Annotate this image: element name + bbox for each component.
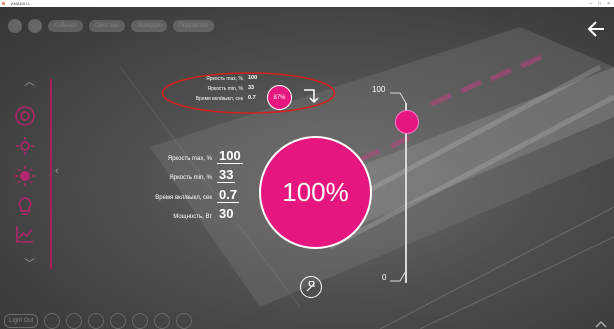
nav-pill-1[interactable]: Кабинет <box>48 20 83 32</box>
sun-high-icon[interactable] <box>14 165 36 187</box>
nav-pill-2[interactable]: Свет зал <box>88 20 126 32</box>
label-on-off-time: Время вкл/выкл, сек <box>155 195 212 201</box>
slider-bottom-connector <box>390 270 407 282</box>
light-out-button[interactable]: Light Out <box>4 314 39 328</box>
home-icon[interactable] <box>8 19 22 33</box>
close-icon[interactable]: × <box>607 1 610 7</box>
brightness-circle-icon[interactable] <box>14 105 36 127</box>
overlay-label-min: Яркость min, % <box>207 86 243 92</box>
overlay-label-time: Время вкл/выкл, сек <box>195 96 243 102</box>
chevron-left-icon[interactable]: ‹ <box>55 165 59 177</box>
bulb-icon[interactable] <box>14 195 36 217</box>
chevron-up-corner-icon[interactable] <box>594 319 608 329</box>
title-bar: AMADA LL – □ × <box>0 0 614 7</box>
nav-pill-4[interactable]: Подсветка <box>172 20 214 32</box>
slider-min-label: 0 <box>382 273 387 282</box>
label-brightness-min: Яркость min, % <box>169 175 212 181</box>
gear-icon[interactable] <box>154 313 171 329</box>
chart-icon[interactable] <box>14 223 36 245</box>
settings-icon[interactable] <box>132 313 149 329</box>
value-power: 30 <box>219 206 234 221</box>
arrow-down-turn-icon <box>304 89 319 104</box>
overlay-value-max: 100 <box>248 75 258 81</box>
minimize-icon[interactable]: – <box>589 1 592 7</box>
window-title: AMADA LL <box>11 1 31 6</box>
app-logo-icon <box>2 2 5 5</box>
wrench-icon <box>306 281 316 292</box>
window-controls: – □ × <box>589 0 610 7</box>
label-power: Мощность, Вт <box>173 214 212 220</box>
slider-max-label: 100 <box>372 85 386 94</box>
slider-knob[interactable] <box>395 110 419 134</box>
overlay-value-min: 33 <box>248 85 255 91</box>
value-on-off-time[interactable]: 0.7 <box>217 187 240 203</box>
app-window: AMADA LL – □ × Кабинет Свет зал Холодок … <box>0 0 614 329</box>
top-navigation: Кабинет Свет зал Холодок Подсветка <box>8 19 214 33</box>
app-canvas: Кабинет Свет зал Холодок Подсветка ︿ ﹀ ‹ <box>0 7 614 329</box>
overlay-brightness-circle[interactable]: 87% <box>267 85 292 110</box>
brightness-main-circle[interactable]: 100% <box>259 136 372 249</box>
label-brightness-max: Яркость max, % <box>167 156 212 162</box>
sidebar-rail <box>50 79 52 269</box>
back-nav-icon[interactable] <box>28 19 42 33</box>
overlay-value-time: 0.7 <box>248 95 256 101</box>
sun-low-icon[interactable] <box>14 135 36 157</box>
nav-pill-3[interactable]: Холодок <box>131 20 167 32</box>
overlay-label-max: Яркость max, % <box>206 76 243 82</box>
help-icon[interactable] <box>110 313 127 329</box>
clock-icon[interactable] <box>66 313 83 329</box>
sidebar <box>14 75 38 275</box>
card-icon[interactable] <box>88 313 105 329</box>
maximize-icon[interactable]: □ <box>598 1 601 7</box>
wrench-button[interactable] <box>300 276 322 298</box>
value-brightness-max[interactable]: 100 <box>217 148 243 164</box>
info-icon[interactable] <box>176 313 193 329</box>
arrow-left-icon[interactable] <box>586 19 606 39</box>
power-icon[interactable] <box>44 313 61 329</box>
value-brightness-min[interactable]: 33 <box>217 167 236 183</box>
bottom-toolbar: Light Out <box>4 313 193 329</box>
